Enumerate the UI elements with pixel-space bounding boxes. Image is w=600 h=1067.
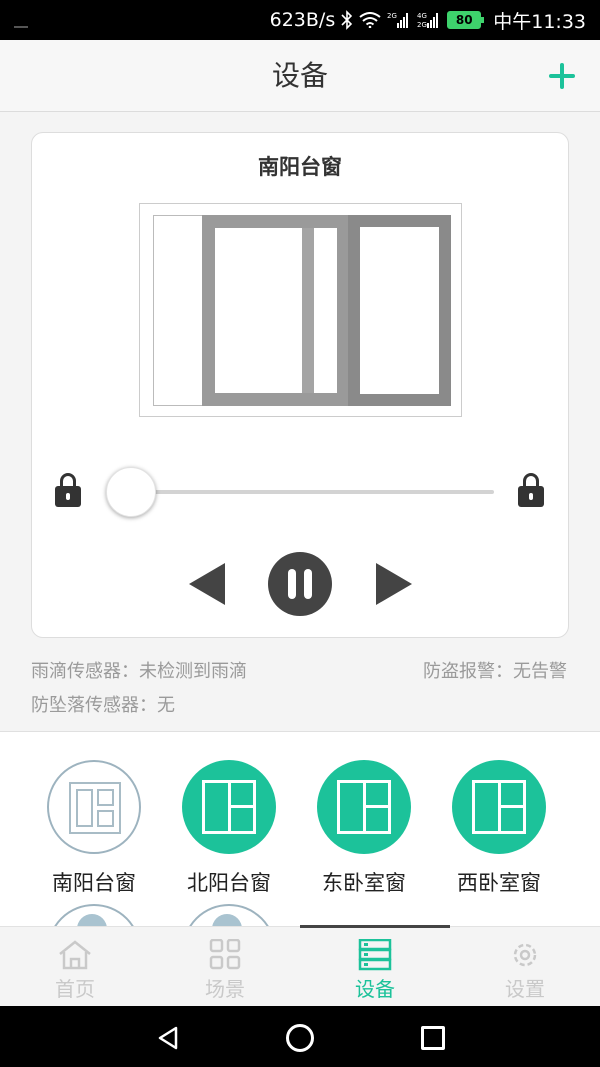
bluetooth-icon — [341, 10, 353, 30]
device-item[interactable]: 东卧室窗 — [299, 760, 429, 900]
pause-button[interactable] — [268, 552, 332, 616]
svg-text:2G: 2G — [417, 21, 427, 29]
add-device-button[interactable] — [546, 60, 578, 92]
window-right-sash — [348, 215, 451, 406]
signal-2g-label: 2G — [387, 12, 397, 20]
grid-icon — [209, 939, 241, 970]
pause-icon — [288, 569, 296, 599]
recent-apps-icon[interactable] — [421, 1026, 445, 1050]
device-label: 东卧室窗 — [322, 871, 406, 895]
device-item-partial[interactable] — [47, 904, 141, 926]
status-bar: 623B/s 2G 4G 2G 80 中午11:33 — [0, 0, 600, 40]
device-control-card: 南阳台窗 — [31, 132, 569, 638]
device-label: 西卧室窗 — [457, 871, 541, 895]
tab-home[interactable]: 首页 — [0, 927, 150, 1007]
system-nav-bar — [0, 1006, 600, 1067]
tab-scenes[interactable]: 场景 — [150, 927, 300, 1007]
tab-label: 场景 — [205, 977, 245, 1001]
battery-level: 80 — [455, 13, 473, 27]
tab-label: 设置 — [505, 977, 545, 1001]
device-list: 南阳台窗 北阳台窗 东卧室窗 西卧室窗 — [0, 731, 600, 926]
window-controls — [32, 549, 570, 619]
notification-icon — [14, 24, 28, 28]
server-icon — [358, 939, 392, 971]
signal-2g-icon: 2G — [387, 12, 409, 28]
device-title: 南阳台窗 — [258, 155, 342, 179]
lock-icon[interactable] — [55, 473, 81, 507]
device-item[interactable]: 南阳台窗 — [29, 760, 159, 900]
device-label: 北阳台窗 — [187, 871, 271, 895]
open-window-button[interactable] — [376, 563, 412, 605]
fall-sensor-status: 防坠落传感器：无 — [31, 695, 175, 716]
bottom-tab-bar: 首页 场景 设备 设置 — [0, 925, 600, 1007]
svg-text:4G: 4G — [417, 12, 427, 20]
tab-devices[interactable]: 设备 — [300, 927, 450, 1007]
opening-slider-thumb[interactable] — [106, 467, 156, 517]
device-item[interactable]: 北阳台窗 — [164, 760, 294, 900]
gear-icon — [513, 943, 537, 967]
window-icon — [182, 760, 276, 854]
network-speed: 623B/s — [269, 9, 336, 31]
app-header: 设备 — [0, 40, 600, 112]
opening-slider-track[interactable] — [130, 490, 494, 494]
alarm-status: 防盗报警：无告警 — [423, 661, 567, 682]
window-illustration — [139, 203, 462, 417]
clock: 中午11:33 — [493, 10, 586, 33]
home-icon — [59, 940, 91, 970]
signal-4g-icon: 4G2G — [417, 12, 439, 29]
tab-label: 首页 — [55, 977, 95, 1001]
close-window-button[interactable] — [189, 563, 225, 605]
back-icon[interactable] — [157, 1026, 179, 1050]
battery-icon: 80 — [447, 11, 485, 29]
tab-label: 设备 — [355, 977, 395, 1001]
device-item[interactable]: 西卧室窗 — [434, 760, 564, 900]
lock-icon[interactable] — [518, 473, 544, 507]
device-label: 南阳台窗 — [52, 871, 136, 895]
device-item-partial[interactable] — [182, 904, 276, 926]
wifi-icon — [359, 12, 381, 28]
page-title: 设备 — [271, 59, 328, 92]
opening-slider-row — [32, 463, 570, 519]
window-icon — [452, 760, 546, 854]
rain-sensor-status: 雨滴传感器：未检测到雨滴 — [31, 661, 247, 682]
window-left-sash — [202, 215, 350, 406]
window-mullion — [302, 228, 314, 393]
home-circle-icon[interactable] — [286, 1024, 314, 1052]
tab-settings[interactable]: 设置 — [450, 927, 600, 1007]
window-icon — [47, 760, 141, 854]
window-icon — [317, 760, 411, 854]
